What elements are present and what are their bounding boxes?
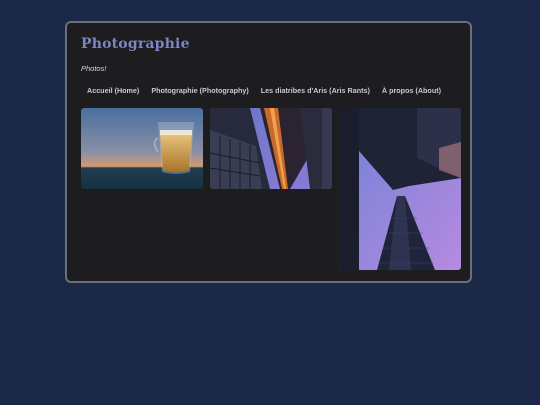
site-tagline: Photos!	[81, 64, 107, 73]
content-card: Photographie Photos! Accueil (Home) Phot…	[65, 21, 472, 283]
site-title[interactable]: Photographie	[81, 36, 190, 52]
nav-item-rants[interactable]: Les diatribes d'Aris (Aris Rants)	[255, 83, 376, 98]
photo-skyscraper[interactable]	[339, 108, 461, 270]
nav-item-about[interactable]: À propos (About)	[376, 83, 447, 98]
photo-buildings-up[interactable]	[210, 108, 332, 189]
photo-beer-glass[interactable]	[81, 108, 203, 189]
nav-item-home[interactable]: Accueil (Home)	[81, 83, 145, 98]
main-nav: Accueil (Home) Photographie (Photography…	[81, 83, 447, 98]
nav-item-photography[interactable]: Photographie (Photography)	[145, 83, 254, 98]
